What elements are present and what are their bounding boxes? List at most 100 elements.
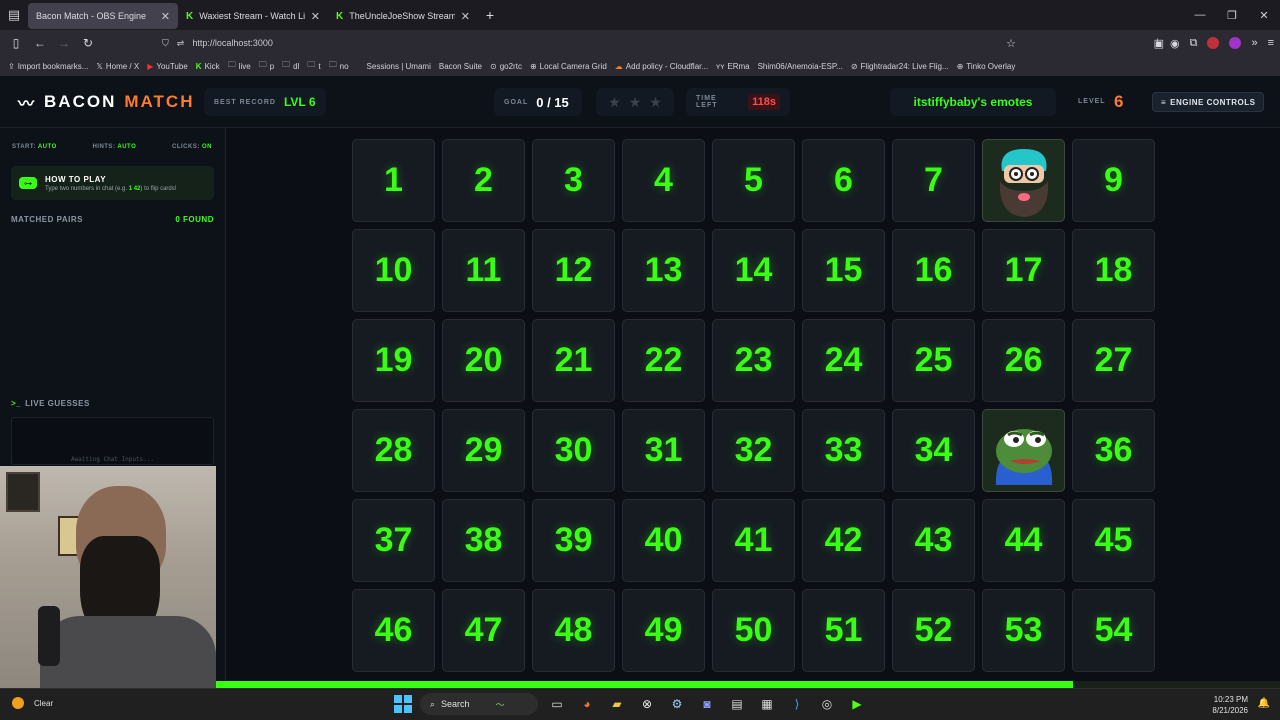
card-21[interactable]: 21 [532, 319, 615, 402]
tab-unclejoe-stream[interactable]: K TheUncleJoeShow Stream - ✕ [328, 3, 478, 29]
sidebar-toggle-icon[interactable]: ▯ [4, 36, 28, 50]
card-53[interactable]: 53 [982, 589, 1065, 672]
tab-bacon-match[interactable]: Bacon Match - OBS Engine ✕ [28, 3, 178, 29]
card-16[interactable]: 16 [892, 229, 975, 312]
card-revealed-bearded-cartoon-emote[interactable] [982, 139, 1065, 222]
card-11[interactable]: 11 [442, 229, 525, 312]
start-button-windows-icon[interactable] [394, 695, 412, 713]
card-40[interactable]: 40 [622, 499, 705, 582]
card-2[interactable]: 2 [442, 139, 525, 222]
card-24[interactable]: 24 [802, 319, 885, 402]
kick-app-icon[interactable]: ▶ [846, 693, 868, 715]
card-13[interactable]: 13 [622, 229, 705, 312]
card-22[interactable]: 22 [622, 319, 705, 402]
card-36[interactable]: 36 [1072, 409, 1155, 492]
card-33[interactable]: 33 [802, 409, 885, 492]
card-15[interactable]: 15 [802, 229, 885, 312]
account-icon[interactable]: ◉ [1170, 37, 1180, 50]
back-icon[interactable]: ← [28, 36, 52, 50]
card-41[interactable]: 41 [712, 499, 795, 582]
bookmark-item[interactable]: ▶ YouTube [147, 62, 188, 71]
extension-purple-icon[interactable] [1229, 37, 1242, 49]
taskbar-search[interactable]: ⌕ Search 〜 [420, 693, 538, 715]
card-5[interactable]: 5 [712, 139, 795, 222]
xbox-icon[interactable]: ⊗ [636, 693, 658, 715]
bookmark-folder[interactable]: 🗀 p [259, 59, 274, 73]
card-47[interactable]: 47 [442, 589, 525, 672]
bookmark-folder[interactable]: 🗀 t [307, 59, 320, 73]
card-26[interactable]: 26 [982, 319, 1065, 402]
minimize-icon[interactable]: — [1184, 0, 1216, 30]
card-50[interactable]: 50 [712, 589, 795, 672]
url-bar[interactable]: ⛉ ⇌ http://localhost:3000 [162, 38, 273, 49]
bookmark-item[interactable]: ☁ Add policy - Cloudflar... [615, 62, 708, 71]
card-7[interactable]: 7 [892, 139, 975, 222]
card-37[interactable]: 37 [352, 499, 435, 582]
card-14[interactable]: 14 [712, 229, 795, 312]
card-31[interactable]: 31 [622, 409, 705, 492]
card-30[interactable]: 30 [532, 409, 615, 492]
card-42[interactable]: 42 [802, 499, 885, 582]
close-window-icon[interactable]: ✕ [1248, 0, 1280, 30]
close-tab-icon[interactable]: ✕ [461, 10, 470, 23]
card-27[interactable]: 27 [1072, 319, 1155, 402]
file-explorer-icon[interactable]: ▰ [606, 693, 628, 715]
card-39[interactable]: 39 [532, 499, 615, 582]
restore-icon[interactable]: ❐ [1216, 0, 1248, 30]
card-9[interactable]: 9 [1072, 139, 1155, 222]
card-49[interactable]: 49 [622, 589, 705, 672]
download-icon[interactable]: ⤓ [1155, 37, 1160, 50]
bookmark-item[interactable]: ⊘ Flightradar24: Live Flig... [851, 62, 949, 71]
reload-icon[interactable]: ↻ [76, 36, 100, 50]
close-tab-icon[interactable]: ✕ [161, 10, 170, 23]
terminal-icon[interactable]: ▤ [726, 693, 748, 715]
bookmark-item[interactable]: K Kick [196, 62, 220, 71]
engine-controls-button[interactable]: ≡ ENGINE CONTROLS [1152, 92, 1265, 112]
card-23[interactable]: 23 [712, 319, 795, 402]
bookmark-item[interactable]: Sessions | Umami [367, 62, 431, 71]
card-54[interactable]: 54 [1072, 589, 1155, 672]
bookmark-folder[interactable]: 🗀 dl [282, 59, 299, 73]
tab-list-icon[interactable]: ▤ [0, 0, 28, 30]
vscode-icon[interactable]: ⟩ [786, 693, 808, 715]
obs-icon[interactable]: ◎ [816, 693, 838, 715]
notifications-icon[interactable]: 🔔 [1258, 698, 1270, 709]
card-48[interactable]: 48 [532, 589, 615, 672]
card-revealed-pepe-frog-emote[interactable] [982, 409, 1065, 492]
card-19[interactable]: 19 [352, 319, 435, 402]
card-6[interactable]: 6 [802, 139, 885, 222]
card-10[interactable]: 10 [352, 229, 435, 312]
card-51[interactable]: 51 [802, 589, 885, 672]
task-view-icon[interactable]: ▭ [546, 693, 568, 715]
bookmark-item[interactable]: ⇪ Import bookmarks... [8, 62, 88, 71]
bookmark-folder[interactable]: 🗀 live [228, 59, 251, 73]
bookmark-folder[interactable]: 🗀 no [329, 59, 349, 73]
taskbar-clock[interactable]: 10:23 PM 8/21/2026 [1212, 694, 1248, 716]
weather-widget[interactable]: Clear [12, 697, 53, 709]
card-18[interactable]: 18 [1072, 229, 1155, 312]
discord-icon[interactable]: ◙ [696, 693, 718, 715]
card-43[interactable]: 43 [892, 499, 975, 582]
card-45[interactable]: 45 [1072, 499, 1155, 582]
steam-icon[interactable]: ⚙ [666, 693, 688, 715]
card-32[interactable]: 32 [712, 409, 795, 492]
card-17[interactable]: 17 [982, 229, 1065, 312]
window-app-icon[interactable]: ▦ [756, 693, 778, 715]
bookmark-item[interactable]: Bacon Suite [439, 62, 482, 71]
card-28[interactable]: 28 [352, 409, 435, 492]
extensions-icon[interactable]: ⧉ [1190, 37, 1198, 50]
card-25[interactable]: 25 [892, 319, 975, 402]
card-44[interactable]: 44 [982, 499, 1065, 582]
new-tab-button[interactable]: + [478, 7, 502, 23]
bookmark-item[interactable]: ⊙ go2rtc [490, 62, 522, 71]
menu-icon[interactable]: ≡ [1268, 37, 1274, 49]
card-34[interactable]: 34 [892, 409, 975, 492]
card-52[interactable]: 52 [892, 589, 975, 672]
extension-red-icon[interactable] [1207, 37, 1220, 49]
bookmark-item[interactable]: Shim06/Anemoia-ESP... [758, 62, 843, 71]
tab-waxiest-stream[interactable]: K Waxiest Stream - Watch Live on ✕ [178, 3, 328, 29]
card-46[interactable]: 46 [352, 589, 435, 672]
bookmark-item[interactable]: ʏʏ ERma [716, 62, 750, 71]
card-38[interactable]: 38 [442, 499, 525, 582]
bookmark-item[interactable]: ⊕ Local Camera Grid [530, 62, 607, 71]
